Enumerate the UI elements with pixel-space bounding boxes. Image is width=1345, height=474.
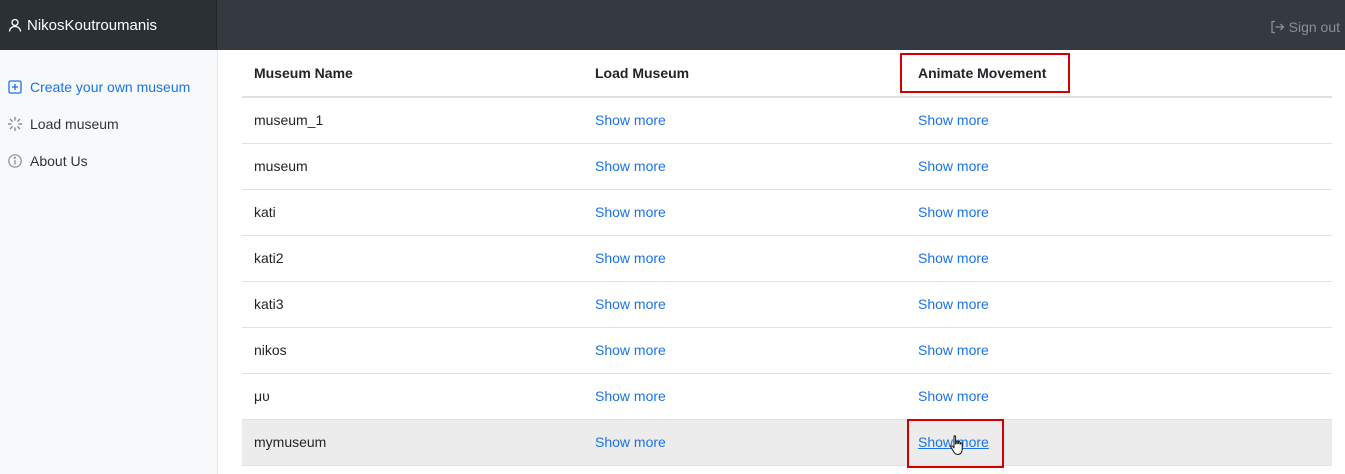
animate-movement-link[interactable]: Show more [918,204,989,220]
app-window: NikosKoutroumanis Sign out Create your o… [0,0,1345,474]
plus-square-icon [7,79,23,95]
animate-movement-link[interactable]: Show more [918,296,989,312]
animate-movement-link[interactable]: Show more [918,112,989,128]
loader-icon [7,116,23,132]
column-header-museum-name: Museum Name [242,50,583,98]
animate-movement-link[interactable]: Show more [918,342,989,358]
animate-movement-link[interactable]: Show more [918,388,989,404]
sign-out-button[interactable]: Sign out [1269,0,1340,54]
column-header-load-museum: Load Museum [583,50,905,98]
museum-name-cell: museum_1 [242,97,583,144]
table-row: kati3 Show more Show more [242,281,1332,328]
table-row: mymuseum Show more Show more [242,419,1332,466]
load-museum-link[interactable]: Show more [595,112,666,128]
load-museum-link[interactable]: Show more [595,434,666,450]
info-icon [7,153,23,169]
table-row: museum_1 Show more Show more [242,97,1332,144]
user-brand[interactable]: NikosKoutroumanis [0,0,217,50]
sign-out-icon [1269,19,1285,35]
museum-name-cell: nikos [242,327,583,374]
museum-name-cell: kati [242,189,583,236]
hand-cursor-icon [949,434,967,458]
sidebar-item-label: Create your own museum [30,78,191,95]
highlight-box-header [900,53,1070,93]
sidebar-item-about-us[interactable]: About Us [0,142,217,179]
sidebar-item-load-museum[interactable]: Load museum [0,105,217,142]
museum-name-cell: kati2 [242,235,583,282]
load-museum-link[interactable]: Show more [595,204,666,220]
museum-table: Museum Name Load Museum Animate Movement… [242,50,1332,466]
username: NikosKoutroumanis [27,16,158,34]
sidebar-item-label: Load museum [30,115,119,132]
sign-out-label: Sign out [1288,19,1340,35]
top-navbar: NikosKoutroumanis Sign out [0,0,1345,50]
museum-name-cell: museum [242,143,583,190]
table-row: kati Show more Show more [242,189,1332,236]
load-museum-link[interactable]: Show more [595,296,666,312]
museum-name-cell: μυ [242,373,583,420]
table-row: nikos Show more Show more [242,327,1332,374]
load-museum-link[interactable]: Show more [595,158,666,174]
museum-name-cell: kati3 [242,281,583,328]
user-icon [7,17,23,33]
load-museum-link[interactable]: Show more [595,342,666,358]
animate-movement-link[interactable]: Show more [918,250,989,266]
museum-name-cell: mymuseum [242,419,583,466]
table-header-row: Museum Name Load Museum Animate Movement [242,50,1332,98]
load-museum-link[interactable]: Show more [595,388,666,404]
animate-movement-link[interactable]: Show more [918,158,989,174]
sidebar: Create your own museum Load museum About… [0,50,218,474]
table-row: μυ Show more Show more [242,373,1332,420]
load-museum-link[interactable]: Show more [595,250,666,266]
table-row: kati2 Show more Show more [242,235,1332,282]
table-row: museum Show more Show more [242,143,1332,190]
main-content: Museum Name Load Museum Animate Movement… [242,50,1332,466]
sidebar-item-create-museum[interactable]: Create your own museum [0,68,217,105]
sidebar-item-label: About Us [30,152,88,169]
